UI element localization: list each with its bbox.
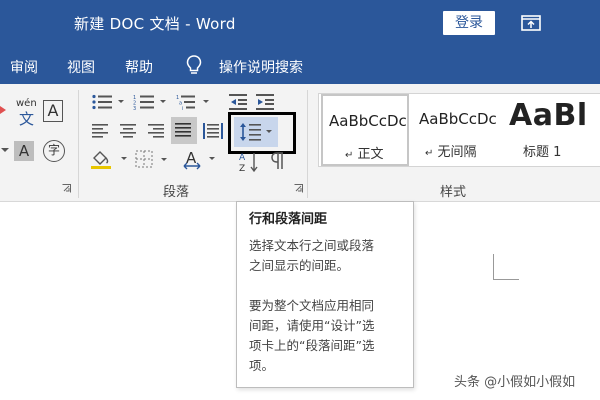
style-name-text: 正文	[357, 147, 384, 162]
title-bar: 新建 DOC 文档 - Word 登录	[0, 0, 600, 46]
highlight-annotation	[228, 112, 296, 154]
tooltip-line: 间距，请使用“设计”选	[249, 318, 375, 333]
phonetic-guide-button[interactable]: wén 文	[14, 96, 38, 128]
lightbulb-icon	[186, 55, 202, 74]
style-sample: AaBbCcDc	[329, 112, 407, 130]
style-name-text: 标题 1	[523, 145, 562, 160]
tooltip-line: 选择文本行之间或段落	[249, 238, 375, 253]
tab-help[interactable]: 帮助	[125, 57, 153, 77]
style-name: ↵ 正文	[345, 143, 384, 162]
tooltip-title: 行和段落间距	[249, 212, 328, 227]
svg-text:Z: Z	[239, 164, 245, 173]
phonetic-char-label: 文	[19, 110, 35, 128]
tooltip-line: 要为整个文档应用相同	[249, 298, 375, 313]
group-separator	[78, 90, 79, 198]
style-heading-1[interactable]: AaBl 标题 1	[503, 94, 600, 166]
svg-text:A: A	[186, 149, 197, 167]
distributed-align-icon[interactable]	[203, 122, 223, 140]
ribbon-display-options-icon[interactable]	[520, 14, 542, 32]
enclosed-character-button[interactable]: 字	[43, 140, 65, 162]
watermark: 头条 @小假如小假如	[454, 375, 576, 390]
align-left-icon[interactable]	[92, 123, 110, 139]
borders-icon[interactable]	[135, 150, 175, 170]
page-margin-corner-mark	[493, 254, 519, 280]
numbering-icon[interactable]: 1 2 3	[133, 94, 169, 110]
paragraph-mark: ↵	[425, 148, 434, 159]
styles-group-label: 样式	[440, 185, 467, 200]
align-right-icon[interactable]	[148, 123, 166, 139]
group-separator	[307, 90, 308, 198]
increase-indent-icon[interactable]	[256, 93, 276, 111]
paragraph-mark: ↵	[345, 150, 354, 161]
style-sample: AaBbCcDc	[419, 110, 497, 128]
tooltip-line: 之间显示的间距。	[249, 258, 350, 273]
login-button[interactable]: 登录	[443, 11, 495, 35]
enclose-characters-button[interactable]: A	[43, 100, 63, 122]
svg-text:A: A	[239, 153, 246, 163]
multilevel-list-icon[interactable]: 1 a i	[176, 94, 212, 110]
ribbon-tabs: 审阅 视图 帮助 操作说明搜索	[0, 46, 600, 84]
tab-review[interactable]: 审阅	[10, 57, 38, 77]
svg-text:i: i	[182, 106, 183, 110]
svg-text:3: 3	[133, 106, 136, 110]
font-color-partial-icon[interactable]	[0, 104, 8, 116]
line-spacing-tooltip: 行和段落间距 选择文本行之间或段落 之间显示的间距。 要为整个文档应用相同 间距…	[236, 201, 414, 388]
style-no-spacing[interactable]: AaBbCcDc ↵ 无间隔	[413, 94, 499, 166]
sort-icon[interactable]: A Z	[238, 151, 260, 173]
justify-icon	[175, 123, 191, 137]
paragraph-dialog-launcher-icon[interactable]	[294, 184, 303, 193]
bullets-icon[interactable]	[91, 94, 127, 110]
justify-button[interactable]	[171, 117, 197, 144]
tooltip-line: 项。	[249, 358, 275, 373]
decrease-indent-icon[interactable]	[229, 93, 249, 111]
font-dialog-launcher-icon[interactable]	[62, 184, 71, 193]
tooltip-description: 选择文本行之间或段落 之间显示的间距。 要为整个文档应用相同 间距，请使用“设计…	[249, 236, 401, 376]
show-hide-marks-icon[interactable]	[270, 151, 288, 171]
align-center-icon[interactable]	[120, 123, 138, 139]
style-name-text: 无间隔	[437, 145, 477, 160]
paragraph-group-label: 段落	[163, 185, 190, 200]
dropdown-arrow-icon[interactable]	[0, 145, 10, 155]
style-normal[interactable]: AaBbCcDc ↵ 正文	[321, 94, 409, 166]
character-shading-button[interactable]: A	[14, 141, 34, 161]
shading-icon[interactable]	[90, 149, 130, 169]
window-title: 新建 DOC 文档 - Word	[74, 15, 236, 33]
style-sample: AaBl	[509, 98, 588, 133]
style-name: ↵ 无间隔	[425, 141, 477, 160]
chinese-layout-icon[interactable]: A	[183, 148, 221, 170]
tooltip-line: 项卡上的“段落间距”选	[249, 338, 375, 353]
tab-view[interactable]: 视图	[67, 57, 95, 77]
tell-me-search[interactable]: 操作说明搜索	[219, 57, 303, 77]
styles-gallery: AaBbCcDc ↵ 正文 AaBbCcDc ↵ 无间隔 AaBl 标题 1	[318, 93, 600, 167]
